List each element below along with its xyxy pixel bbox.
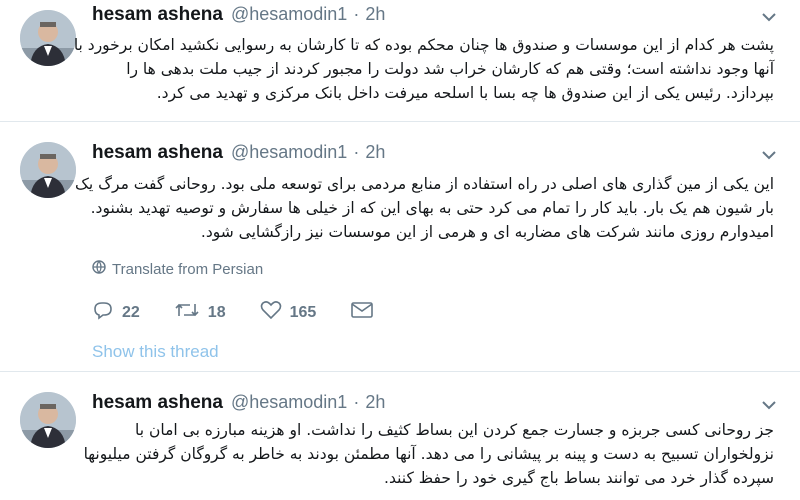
retweet-icon	[174, 300, 200, 325]
show-thread-link[interactable]: Show this thread	[92, 342, 219, 362]
tweet-line: نزولخواران تسبیح به دست و پینه بر پیشانی…	[83, 445, 774, 463]
author-name[interactable]: hesam ashena	[92, 392, 223, 414]
tweet-line: آنها وجود نداشته است؛ وقتی هم که کارشان …	[126, 60, 774, 78]
translate-link[interactable]: Translate from Persian	[92, 260, 263, 278]
tweet-line: امیدوارم روزی مانند شرکت های مضاربه ای و…	[200, 223, 774, 241]
avatar[interactable]	[20, 392, 76, 448]
reply-button[interactable]: 22	[92, 300, 140, 325]
author-handle[interactable]: @hesamodin1	[231, 4, 347, 25]
tweet-header: hesam ashena @hesamodin1 · 2h	[92, 142, 385, 164]
tweet-header: hesam ashena @hesamodin1 · 2h	[92, 4, 385, 26]
tweet-2[interactable]: hesam ashena @hesamodin1 · 2h این یکی از…	[0, 122, 800, 372]
reply-count: 22	[122, 303, 140, 321]
retweet-button[interactable]: 18	[174, 300, 226, 325]
tweet-line: پشت هر کدام از این موسسات و صندوق ها چنا…	[73, 36, 774, 54]
chevron-down-icon[interactable]	[758, 144, 780, 166]
tweet-text: جز روحانی کسی جربزه و جسارت جمع کردن این…	[83, 418, 774, 490]
chevron-down-icon[interactable]	[758, 6, 780, 28]
tweet-line: بار شیون هم یک بار. باید کار را تمام می …	[90, 199, 774, 217]
timestamp[interactable]: 2h	[365, 392, 385, 413]
like-button[interactable]: 165	[260, 300, 317, 325]
avatar[interactable]	[20, 10, 76, 66]
separator-dot: ·	[353, 142, 360, 162]
avatar[interactable]	[20, 142, 76, 198]
author-name[interactable]: hesam ashena	[92, 4, 223, 26]
retweet-count: 18	[207, 303, 226, 321]
timestamp[interactable]: 2h	[365, 142, 385, 163]
chevron-down-icon[interactable]	[758, 394, 780, 416]
author-handle[interactable]: @hesamodin1	[231, 392, 347, 413]
tweet-actions: 22 18 165	[92, 300, 408, 325]
tweet-line: سپرده گذار خرد می توانند بساط باج گیری خ…	[384, 469, 774, 487]
tweet-line: جز روحانی کسی جربزه و جسارت جمع کردن این…	[135, 421, 774, 439]
tweet-text: پشت هر کدام از این موسسات و صندوق ها چنا…	[73, 33, 774, 105]
tweet-text: این یکی از مین گذاری های اصلی در راه است…	[75, 172, 774, 244]
like-count: 165	[289, 303, 317, 321]
tweet-line: این یکی از مین گذاری های اصلی در راه است…	[75, 175, 774, 193]
tweet-line: بپردازد. رئیس یکی از این صندوق ها چه بسا…	[156, 84, 774, 102]
mail-icon	[350, 301, 374, 324]
tweet-3[interactable]: hesam ashena @hesamodin1 · 2h جز روحانی …	[0, 372, 800, 500]
heart-icon	[260, 300, 282, 325]
author-handle[interactable]: @hesamodin1	[231, 142, 347, 163]
translate-label[interactable]: Translate from Persian	[112, 261, 263, 278]
tweet-header: hesam ashena @hesamodin1 · 2h	[92, 392, 385, 414]
separator-dot: ·	[353, 392, 360, 412]
tweet-1[interactable]: hesam ashena @hesamodin1 · 2h پشت هر کدا…	[0, 0, 800, 122]
message-button[interactable]	[350, 301, 374, 324]
timestamp[interactable]: 2h	[365, 4, 385, 25]
reply-icon	[92, 300, 114, 325]
author-name[interactable]: hesam ashena	[92, 142, 223, 164]
separator-dot: ·	[353, 4, 360, 24]
globe-icon	[92, 260, 106, 278]
